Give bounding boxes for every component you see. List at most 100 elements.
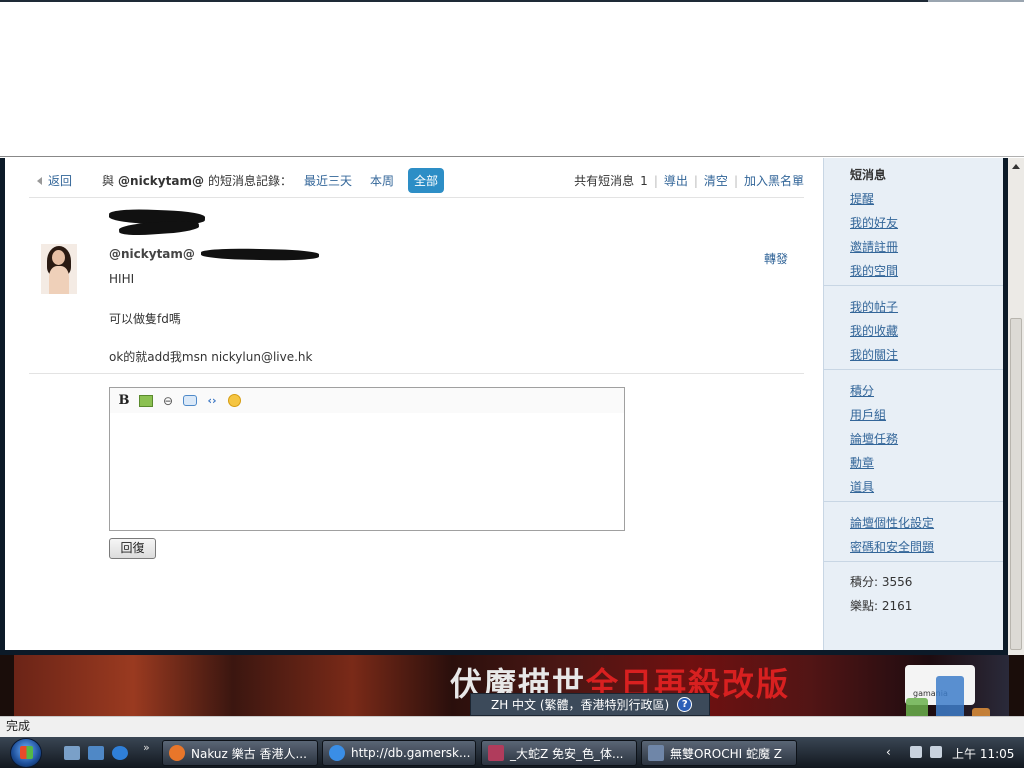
total-count: 1: [640, 173, 648, 188]
ie-icon[interactable]: [112, 746, 128, 760]
task-label: _大蛇Z 免安_色_体...: [510, 746, 624, 761]
image-button[interactable]: [138, 393, 154, 409]
task-button[interactable]: 無雙OROCHI 蛇魔 Z: [641, 740, 797, 766]
system-tray: ‹ 上午 11:05: [880, 737, 1024, 768]
network-icon[interactable]: [910, 746, 922, 758]
filter-all[interactable]: 全部: [408, 168, 445, 193]
conversation-prefix: 與: [102, 174, 115, 188]
message-line: 可以做隻fd嗎: [109, 312, 181, 326]
windows-logo-icon: [20, 746, 33, 759]
back-arrow-icon: [37, 176, 42, 185]
sidebar-item-space[interactable]: 我的空間: [850, 262, 898, 279]
screen: 返回 與 @nickytam@ 的短消息記錄： 最近三天 本周 全部 共有短消息…: [0, 0, 1024, 768]
sidebar-title: 短消息: [850, 168, 887, 182]
tray-expand-icon[interactable]: ‹: [886, 745, 891, 759]
stat-points: 積分: 3556: [850, 575, 913, 589]
forward-link[interactable]: 轉發: [764, 250, 788, 267]
divider: |: [733, 173, 738, 188]
firefox-icon: [169, 745, 185, 761]
sidebar-item-security[interactable]: 密碼和安全問題: [850, 538, 934, 555]
help-icon[interactable]: ?: [677, 697, 693, 712]
show-desktop-icon[interactable]: [64, 746, 80, 760]
ime-language-bar[interactable]: ZH 中文 (繁體，香港特別行政區) ?: [470, 693, 710, 716]
clear-link[interactable]: 清空: [704, 172, 728, 189]
main-panel: 返回 與 @nickytam@ 的短消息記錄： 最近三天 本周 全部 共有短消息…: [5, 158, 823, 650]
taskbar: » Nakuz 樂古 香港人... http://db.gamersk... _…: [0, 737, 1024, 768]
reply-editor: B ⊖ ‹›: [109, 387, 625, 531]
browser-blank-area: [0, 2, 1024, 157]
quicklaunch-more[interactable]: »: [143, 741, 150, 754]
conversation-suffix: 的短消息記錄：: [207, 174, 292, 188]
clock[interactable]: 上午 11:05: [952, 745, 1014, 762]
pm-toolbar: 返回 與 @nickytam@ 的短消息記錄： 最近三天 本周 全部 共有短消息…: [29, 164, 804, 198]
task-button[interactable]: http://db.gamersk...: [322, 740, 476, 766]
task-label: 無雙OROCHI 蛇魔 Z: [670, 746, 783, 761]
sidebar-divider: [824, 285, 1003, 286]
sidebar-item-favorites[interactable]: 我的收藏: [850, 322, 898, 339]
quote-icon: [183, 395, 197, 406]
task-button[interactable]: Nakuz 樂古 香港人...: [162, 740, 318, 766]
message-item: @nickytam@ 轉發 HIHI 可以做隻fd嗎 ok的就add我msn n…: [29, 202, 804, 374]
total-label: 共有短消息: [574, 174, 635, 188]
link-icon[interactable]: ⊖: [160, 393, 176, 409]
sidebar-item-usergroup[interactable]: 用戶組: [850, 406, 886, 423]
browser-status-bar: 完成: [0, 716, 1024, 737]
avatar-face: [52, 250, 65, 265]
message-line: ok的就add我msn nickylun@live.hk: [109, 350, 313, 364]
sidebar-item-items[interactable]: 道具: [850, 478, 874, 495]
task-label: http://db.gamersk...: [351, 746, 471, 760]
scroll-up-icon[interactable]: [1012, 164, 1020, 169]
sidebar-item-points[interactable]: 積分: [850, 382, 874, 399]
sidebar-item-tasks[interactable]: 論壇任務: [850, 430, 898, 447]
sidebar-item-posts[interactable]: 我的帖子: [850, 298, 898, 315]
editor-toolbar: B ⊖ ‹›: [110, 388, 624, 413]
export-link[interactable]: 導出: [664, 172, 688, 189]
redaction-scribble: [200, 247, 320, 262]
message-sender[interactable]: @nickytam@: [109, 247, 195, 261]
page-frame: 返回 與 @nickytam@ 的短消息記錄： 最近三天 本周 全部 共有短消息…: [0, 158, 1008, 655]
image-icon: [139, 394, 153, 407]
avatar-body: [49, 266, 69, 294]
volume-icon[interactable]: [930, 746, 942, 758]
reply-button[interactable]: 回復: [109, 538, 156, 559]
divider: |: [693, 173, 698, 188]
back-label: 返回: [48, 174, 73, 188]
filter-week[interactable]: 本周: [370, 172, 394, 189]
ime-label: ZH 中文 (繁體，香港特別行政區): [491, 698, 670, 712]
stat-fun: 樂點: 2161: [850, 599, 913, 613]
task-button[interactable]: _大蛇Z 免安_色_体...: [481, 740, 637, 766]
code-icon[interactable]: ‹›: [204, 393, 220, 409]
ie-icon: [329, 745, 345, 761]
filter-recent[interactable]: 最近三天: [304, 172, 352, 189]
back-link[interactable]: 返回: [37, 172, 72, 189]
bold-icon[interactable]: B: [116, 393, 132, 409]
task-label: Nakuz 樂古 香港人...: [191, 746, 307, 761]
vertical-scrollbar[interactable]: [1008, 158, 1024, 655]
header-divider: [0, 156, 760, 157]
message-line: HIHI: [109, 272, 135, 286]
game-window-icon: [648, 745, 664, 761]
sidebar: 短消息 提醒 我的好友 邀請註冊 我的空間 我的帖子 我的收藏 我的關注 積分 …: [823, 158, 1003, 650]
archive-icon: [488, 745, 504, 761]
sidebar-item-invite[interactable]: 邀請註冊: [850, 238, 898, 255]
divider: |: [653, 173, 658, 188]
sidebar-item-personalize[interactable]: 論壇個性化設定: [850, 514, 934, 531]
sidebar-item-medals[interactable]: 勳章: [850, 454, 874, 471]
sidebar-item-reminders[interactable]: 提醒: [850, 190, 874, 207]
smiley-icon: [227, 394, 241, 407]
reply-textarea[interactable]: [110, 413, 624, 530]
sidebar-divider: [824, 561, 1003, 562]
blacklist-link[interactable]: 加入黑名單: [744, 172, 804, 189]
toolbar-actions: 共有短消息 1 | 導出 | 清空 | 加入黑名單: [574, 172, 804, 189]
sidebar-divider: [824, 369, 1003, 370]
quote-button[interactable]: [182, 393, 198, 409]
sidebar-item-friends[interactable]: 我的好友: [850, 214, 898, 231]
start-button[interactable]: [10, 738, 42, 768]
scroll-thumb[interactable]: [1010, 318, 1022, 650]
sidebar-item-following[interactable]: 我的關注: [850, 346, 898, 363]
avatar[interactable]: [41, 244, 77, 294]
switch-windows-icon[interactable]: [88, 746, 104, 760]
smiley-button[interactable]: [226, 393, 242, 409]
conversation-user: @nickytam@: [118, 173, 204, 188]
sidebar-divider: [824, 501, 1003, 502]
